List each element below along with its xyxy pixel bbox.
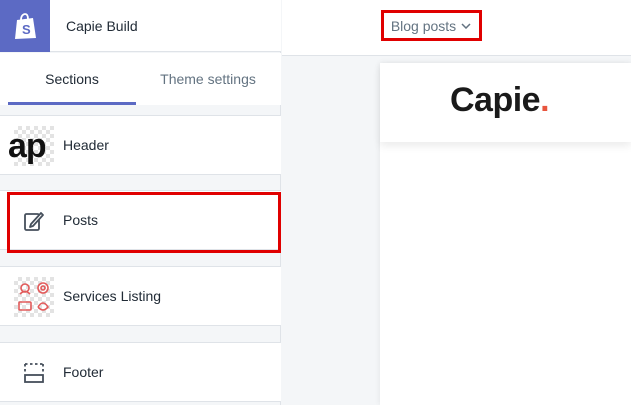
theme-preview[interactable]: Capie.: [380, 63, 631, 405]
site-logo[interactable]: Capie.: [450, 81, 550, 120]
page-select-label: Blog posts: [390, 18, 457, 34]
section-item-label: Header: [63, 137, 109, 153]
sidebar-tabs: Sections Theme settings: [0, 53, 281, 105]
section-item-services-listing[interactable]: Services Listing: [0, 266, 281, 326]
tab-theme-settings[interactable]: Theme settings: [140, 53, 276, 105]
footer-layout-icon: [14, 353, 54, 393]
section-item-posts[interactable]: Posts: [0, 190, 281, 250]
section-item-header[interactable]: ap Header: [0, 115, 281, 175]
site-logo-dot: .: [540, 81, 550, 119]
sidebar: S Capie Build Sections Theme settings ap…: [0, 0, 281, 405]
app-brand-bar: S Capie Build: [0, 0, 281, 52]
tab-sections[interactable]: Sections: [8, 53, 136, 105]
section-item-footer[interactable]: Footer: [0, 342, 281, 402]
section-item-label: Services Listing: [63, 288, 162, 304]
preview-site-header: Capie.: [380, 63, 631, 142]
page-select-dropdown[interactable]: Blog posts: [382, 11, 480, 41]
chevron-down-icon: [461, 23, 471, 29]
preview-topbar: Blog posts: [282, 0, 631, 56]
edit-post-icon: [14, 201, 54, 241]
header-thumbnail-text: ap: [8, 126, 47, 165]
services-icon: [14, 277, 54, 317]
section-item-label: Footer: [63, 364, 104, 380]
header-thumbnail: ap: [8, 126, 54, 166]
shopify-bag-icon: S: [15, 13, 36, 39]
shopify-logo[interactable]: S: [0, 0, 50, 52]
section-item-label: Posts: [63, 212, 99, 228]
svg-text:S: S: [22, 22, 31, 37]
app-name: Capie Build: [66, 18, 138, 34]
site-logo-text: Capie: [450, 81, 541, 119]
